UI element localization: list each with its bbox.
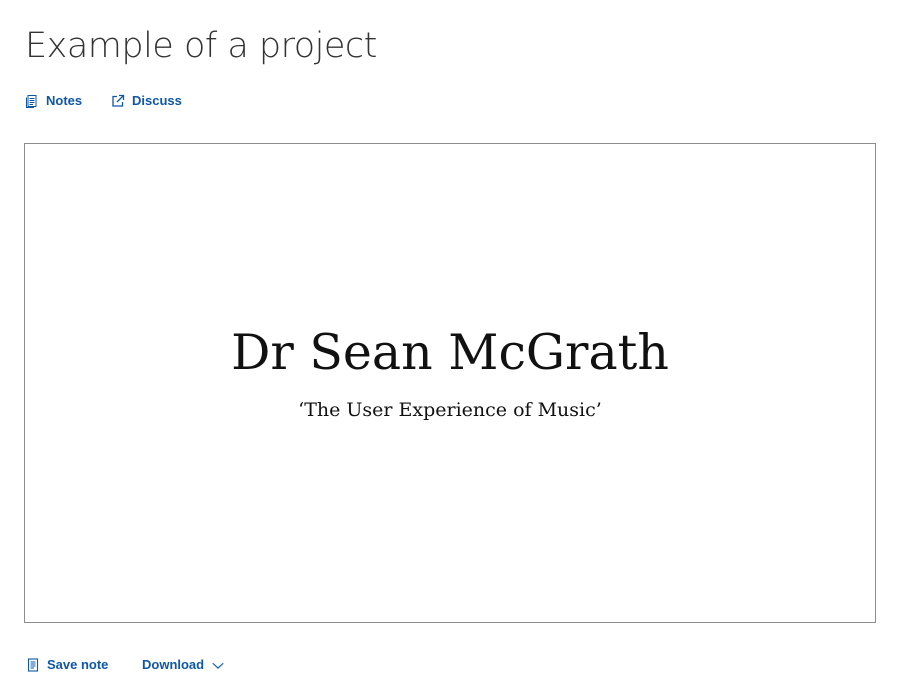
notes-link[interactable]: Notes xyxy=(25,93,82,108)
discuss-link[interactable]: Discuss xyxy=(111,93,182,108)
save-note-label: Save note xyxy=(47,657,109,672)
slide-viewer: Dr Sean McGrath ‘The User Experience of … xyxy=(24,143,876,623)
download-button[interactable]: Download xyxy=(142,657,225,672)
download-label: Download xyxy=(142,657,205,672)
slide-subtitle: ‘The User Experience of Music’ xyxy=(298,399,602,421)
save-note-button[interactable]: Save note xyxy=(26,657,108,672)
external-link-icon xyxy=(111,94,125,108)
notes-label: Notes xyxy=(46,93,83,108)
chevron-down-icon xyxy=(211,658,225,672)
slide-author: Dr Sean McGrath xyxy=(231,324,669,381)
discuss-label: Discuss xyxy=(132,93,182,108)
document-icon xyxy=(25,94,39,108)
page-title: Example of a project xyxy=(25,26,377,66)
document-icon xyxy=(26,657,40,672)
